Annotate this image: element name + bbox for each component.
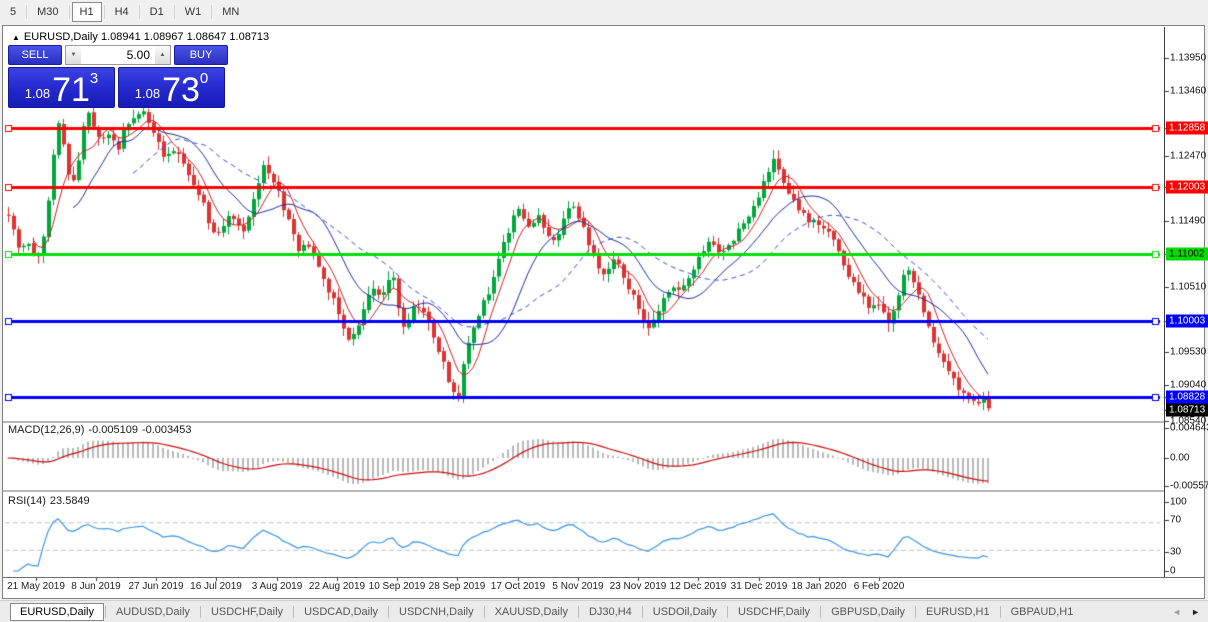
price-level-tag: 1.11002 [1166, 247, 1208, 261]
rsi-axis-label: 0 [1170, 565, 1176, 577]
price-level-tag: 1.10003 [1166, 314, 1208, 328]
chart-bottom-border [3, 577, 1205, 578]
rsi-axis-label: 70 [1170, 514, 1182, 526]
date-axis-label: 21 May 2019 [7, 581, 65, 592]
rsi-label: RSI(14) 23.5849 [8, 495, 94, 507]
date-axis-label: 16 Jul 2019 [190, 581, 242, 592]
date-axis-label: 5 Nov 2019 [552, 581, 604, 592]
price-axis-label: 1.13460 [1170, 85, 1207, 97]
date-axis-label: 8 Jun 2019 [71, 581, 121, 592]
price-level-tag: 1.08713 [1166, 403, 1208, 417]
macd-axis-label: -0.005574 [1170, 480, 1208, 492]
price-level-tag: 1.08828 [1166, 390, 1208, 404]
volume-down-icon[interactable]: ▼ [66, 46, 81, 64]
date-axis-label: 22 Aug 2019 [308, 581, 366, 592]
date-axis-label: 23 Nov 2019 [609, 581, 667, 592]
chart-title: ▲ EURUSD,Daily 1.08941 1.08967 1.08647 1.… [12, 31, 269, 43]
price-axis-label: 1.09040 [1170, 379, 1207, 391]
buy-price-prefix: 1.08 [134, 86, 161, 101]
sell-price-prefix: 1.08 [24, 86, 51, 101]
macd-value-signal: -0.003453 [141, 424, 192, 436]
date-axis-label: 18 Jan 2020 [791, 581, 847, 592]
volume-up-icon[interactable]: ▲ [155, 46, 170, 64]
macd-name: MACD(12,26,9) [8, 424, 85, 436]
rsi-value: 23.5849 [49, 495, 90, 507]
collapse-arrow-icon[interactable]: ▲ [12, 33, 20, 42]
buy-price-point: 0 [199, 70, 209, 87]
rsi-pane-separator[interactable] [3, 490, 1164, 493]
macd-axis-label: 0.004643 [1170, 422, 1208, 434]
price-axis-label: 1.12470 [1170, 150, 1207, 162]
price-axis-label: 1.09530 [1170, 346, 1207, 358]
rsi-axis-label: 100 [1170, 496, 1187, 508]
price-axis-border [1164, 27, 1165, 578]
rsi-name: RSI(14) [8, 495, 46, 507]
one-click-trading-panel: SELL ▼ 5.00 ▲ BUY 1.08 71 3 1.08 73 0 [8, 45, 228, 108]
price-level-tag: 1.12003 [1166, 180, 1208, 194]
volume-value[interactable]: 5.00 [81, 46, 155, 64]
date-axis-label: 17 Oct 2019 [490, 581, 546, 592]
price-axis-label: 1.10510 [1170, 281, 1207, 293]
symbol-period-label: EURUSD,Daily [23, 31, 98, 43]
mt4-application-window: 5M30H1H4D1W1MN ▲EURUSD,Daily 1.08941 1.0… [0, 0, 1208, 622]
sell-price-point: 3 [89, 70, 99, 87]
date-axis-label: 31 Dec 2019 [730, 581, 788, 592]
sell-price-box[interactable]: 1.08 71 3 [8, 67, 115, 108]
macd-value-main: -0.005109 [88, 424, 138, 436]
date-axis-label: 28 Sep 2019 [428, 581, 486, 592]
volume-spinner: ▼ 5.00 ▲ [65, 45, 171, 65]
date-axis-label: 3 Aug 2019 [251, 581, 303, 592]
rsi-axis-label: 30 [1170, 546, 1182, 558]
price-axis-label: 1.11490 [1170, 215, 1206, 227]
price-axis-label: 1.13950 [1170, 52, 1207, 64]
date-axis-label: 27 Jun 2019 [128, 581, 184, 592]
sell-price-pips: 71 [52, 71, 90, 109]
buy-price-box[interactable]: 1.08 73 0 [118, 67, 225, 108]
price-level-tag: 1.12858 [1166, 121, 1208, 135]
sell-button[interactable]: SELL [8, 45, 62, 65]
buy-button[interactable]: BUY [174, 45, 228, 65]
date-axis-label: 6 Feb 2020 [853, 581, 905, 592]
date-axis-label: 10 Sep 2019 [368, 581, 426, 592]
buy-price-pips: 73 [162, 71, 200, 109]
ohlc-values: 1.08941 1.08967 1.08647 1.08713 [100, 31, 270, 43]
macd-axis-label: 0.00 [1170, 452, 1190, 464]
date-axis-label: 12 Dec 2019 [669, 581, 727, 592]
macd-label: MACD(12,26,9) -0.005109 -0.003453 [8, 424, 196, 436]
